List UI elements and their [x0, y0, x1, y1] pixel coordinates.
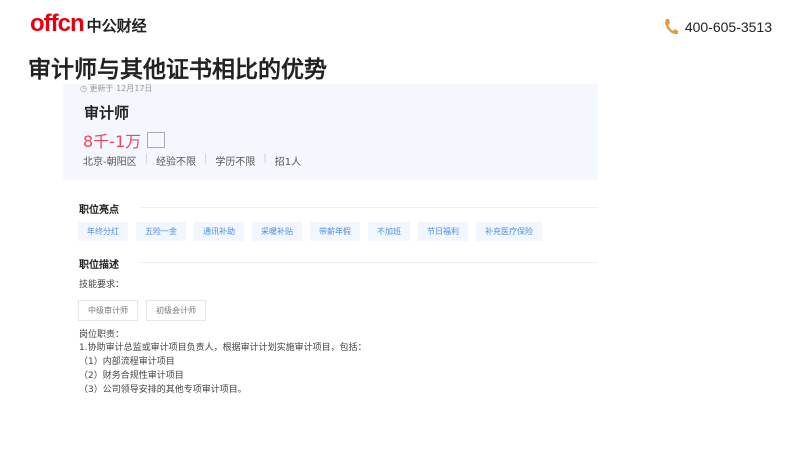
skill-tag: 中级审计师: [78, 300, 138, 321]
job-meta: 北京-朝阳区 | 经验不限 | 学历不限 | 招1人: [83, 153, 302, 168]
duty-line: （2）财务合规性审计项目: [79, 371, 184, 381]
skill-tag: 初级会计师: [146, 300, 206, 321]
description-heading: 职位描述: [79, 260, 119, 271]
tag: 五险一金: [136, 222, 186, 241]
update-time: ◷ 更新于 12月17日: [80, 84, 153, 93]
duty-line: （3）公司领导安排的其他专项审计项目。: [79, 385, 247, 395]
skills-label: 技能要求：: [79, 280, 125, 290]
duty-label: 岗位职责：: [79, 330, 125, 340]
logo-brand: 中公财经: [86, 17, 147, 35]
divider: [140, 262, 598, 263]
update-text: 更新于 12月17日: [89, 84, 153, 93]
tag: 不加班: [368, 222, 410, 241]
duty-line: （1）内部流程审计项目: [79, 357, 175, 367]
highlights-heading: 职位亮点: [79, 205, 119, 216]
divider: [140, 207, 598, 208]
highlight-tags: 年终分红 五险一金 通讯补助 采暖补贴 带薪年假 不加班 节日福利 补充医疗保险: [78, 222, 542, 241]
education: 学历不限: [215, 157, 256, 168]
tag: 年终分红: [78, 222, 128, 241]
tag: 节日福利: [418, 222, 468, 241]
skill-tags: 中级审计师 初级会计师: [78, 300, 206, 321]
salary: 8千-1万: [83, 128, 166, 152]
tag: 带薪年假: [310, 222, 360, 241]
phone-contact: 400-605-3513: [663, 18, 772, 36]
calculator-icon[interactable]: [147, 132, 166, 148]
tag: 通讯补助: [194, 222, 244, 241]
page-title: 审计师与其他证书相比的优势: [28, 57, 327, 83]
logo-text: offcn: [30, 10, 85, 37]
experience: 经验不限: [155, 157, 196, 168]
logo: offcn 中公财经: [30, 12, 147, 36]
job-title: 审计师: [84, 104, 130, 122]
tag: 补充医疗保险: [476, 222, 542, 241]
tag: 采暖补贴: [252, 222, 302, 241]
phone-number: 400-605-3513: [684, 19, 772, 35]
headcount: 招1人: [274, 157, 302, 168]
duty-line: 1.协助审计总监或审计项目负责人，根据审计计划实施审计项目，包括：: [79, 343, 367, 353]
location: 北京-朝阳区: [83, 157, 137, 168]
salary-text: 8千-1万: [83, 132, 142, 151]
phone-icon: [665, 19, 678, 35]
